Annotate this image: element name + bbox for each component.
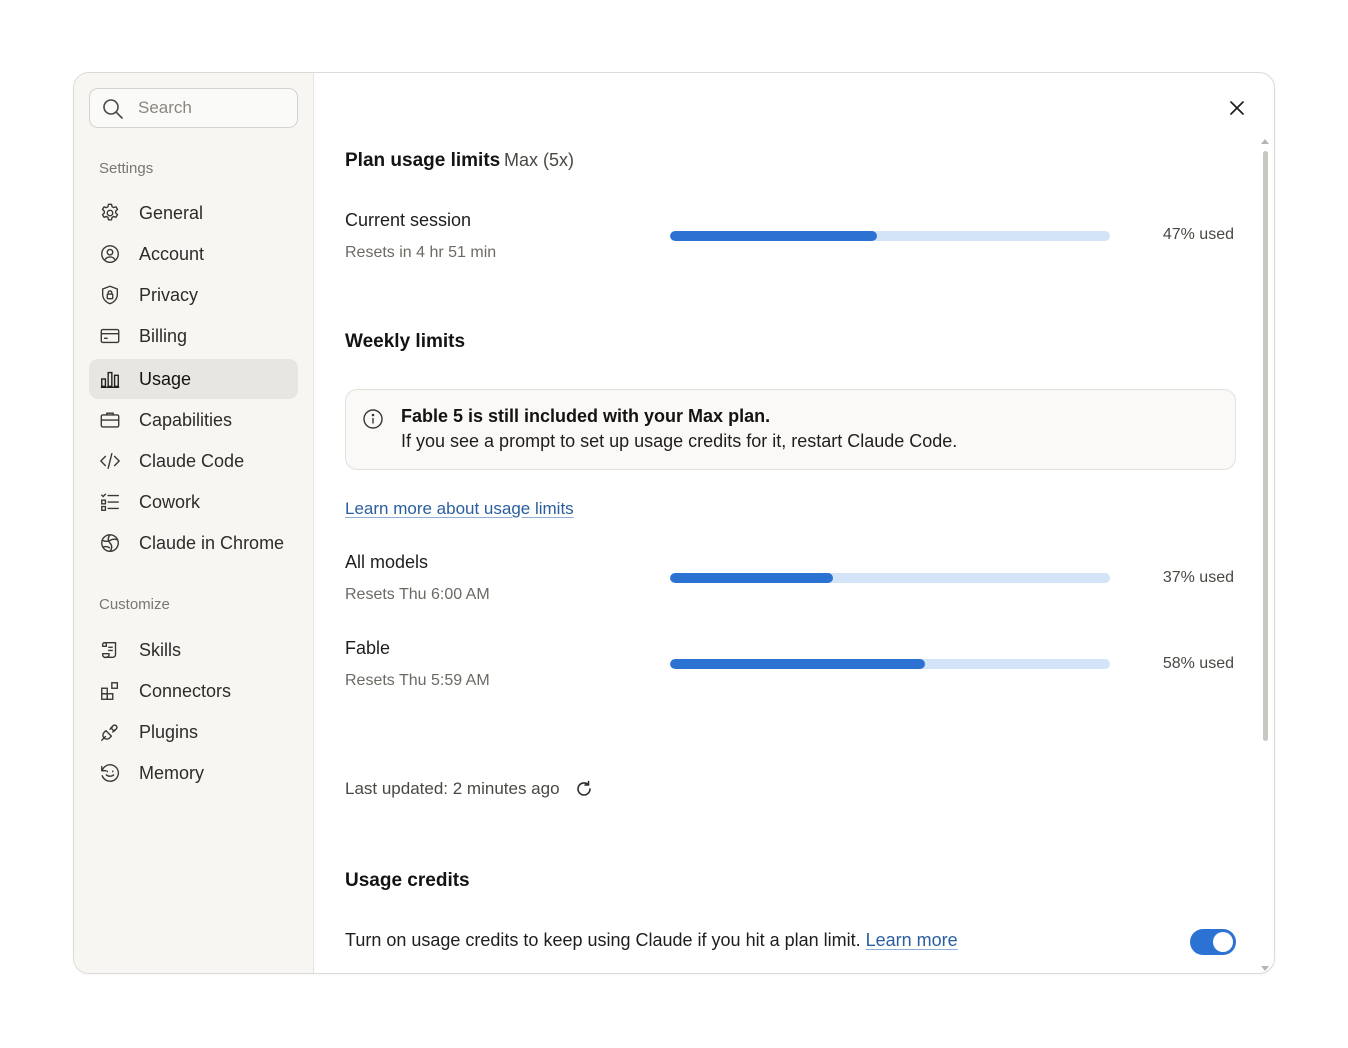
settings-dialog: Settings General Account Privacy Billing… xyxy=(73,72,1275,974)
briefcase-icon xyxy=(100,412,120,428)
sidebar-item-claude-in-chrome[interactable]: Claude in Chrome xyxy=(89,523,298,563)
sidebar-item-label: Cowork xyxy=(139,491,201,512)
scroll-down-arrow[interactable] xyxy=(1261,966,1269,971)
current-session-title: Current session xyxy=(345,210,472,230)
memory-icon xyxy=(101,764,120,782)
progress-fill xyxy=(670,659,926,669)
info-icon xyxy=(363,409,383,429)
sidebar-item-label: Account xyxy=(139,243,205,264)
scrollbar-thumb[interactable] xyxy=(1263,151,1268,741)
sidebar-item-connectors[interactable]: Connectors xyxy=(89,671,298,711)
fable-percent: 58% used xyxy=(1162,655,1234,672)
sidebar-item-usage[interactable]: Usage xyxy=(89,359,298,399)
all-models-title: All models xyxy=(345,552,429,572)
search-box[interactable] xyxy=(89,88,298,128)
refresh-icon[interactable] xyxy=(574,779,594,799)
sidebar-item-label: Capabilities xyxy=(139,409,233,430)
gear-icon xyxy=(101,203,119,221)
sidebar-item-label: Usage xyxy=(139,368,192,389)
sidebar-item-label: Memory xyxy=(139,762,205,783)
learn-more-usage-limits-link[interactable]: Learn more about usage limits xyxy=(345,499,574,519)
usage-credits-text: Turn on usage credits to keep using Clau… xyxy=(345,930,861,950)
current-session-reset: Resets in 4 hr 51 min xyxy=(345,244,497,261)
info-heading: Fable 5 is still included with your Max … xyxy=(401,406,771,426)
sidebar-item-label: Connectors xyxy=(139,680,232,701)
current-session-progress xyxy=(670,231,1110,241)
checklist-icon xyxy=(101,493,119,511)
sidebar-item-general[interactable]: General xyxy=(89,193,298,233)
sidebar-item-privacy[interactable]: Privacy xyxy=(89,275,298,315)
fable-reset: Resets Thu 5:59 AM xyxy=(345,672,490,689)
progress-fill xyxy=(670,231,877,241)
sidebar: Settings General Account Privacy Billing… xyxy=(74,73,314,973)
usage-panel: Plan usage limits Max (5x) Current sessi… xyxy=(315,73,1274,973)
info-banner: Fable 5 is still included with your Max … xyxy=(345,389,1236,470)
scroll-icon xyxy=(101,641,117,659)
customize-section-label: Customize xyxy=(99,596,170,613)
usage-credits-description: Turn on usage credits to keep using Clau… xyxy=(345,930,958,951)
user-circle-icon xyxy=(101,245,119,263)
sidebar-item-skills[interactable]: Skills xyxy=(89,630,298,670)
sidebar-item-cowork[interactable]: Cowork xyxy=(89,482,298,522)
fable-progress xyxy=(670,659,1110,669)
plan-usage-title: Plan usage limits xyxy=(345,150,501,171)
info-body: If you see a prompt to set up usage cred… xyxy=(401,431,958,451)
usage-credits-toggle[interactable] xyxy=(1190,929,1236,955)
sidebar-item-label: Claude Code xyxy=(139,450,245,471)
search-icon xyxy=(103,99,123,119)
settings-section-label: Settings xyxy=(99,160,154,177)
plug-icon xyxy=(101,724,118,741)
toggle-knob xyxy=(1213,932,1233,952)
usage-credits-title: Usage credits xyxy=(345,870,470,891)
globe-icon xyxy=(101,534,119,552)
code-icon xyxy=(100,452,120,470)
weekly-limits-title: Weekly limits xyxy=(345,331,466,352)
sidebar-item-label: Claude in Chrome xyxy=(139,532,285,553)
usage-credits-learn-more-link[interactable]: Learn more xyxy=(866,930,958,950)
sidebar-item-label: Privacy xyxy=(139,284,199,305)
fable-title: Fable xyxy=(345,638,391,658)
sidebar-item-plugins[interactable]: Plugins xyxy=(89,712,298,752)
close-icon[interactable] xyxy=(1226,97,1248,119)
scroll-up-arrow[interactable] xyxy=(1261,139,1269,144)
sidebar-item-memory[interactable]: Memory xyxy=(89,753,298,793)
search-input[interactable] xyxy=(138,97,288,119)
progress-fill xyxy=(670,573,833,583)
all-models-progress xyxy=(670,573,1110,583)
sidebar-item-billing[interactable]: Billing xyxy=(89,316,298,356)
all-models-reset: Resets Thu 6:00 AM xyxy=(345,586,490,603)
last-updated-text: Last updated: 2 minutes ago xyxy=(345,779,560,798)
sidebar-item-label: Skills xyxy=(139,639,182,660)
sidebar-item-claude-code[interactable]: Claude Code xyxy=(89,441,298,481)
sidebar-item-account[interactable]: Account xyxy=(89,234,298,274)
sidebar-item-label: General xyxy=(139,202,204,223)
bar-chart-icon xyxy=(100,371,120,388)
sidebar-item-label: Plugins xyxy=(139,721,199,742)
credit-card-icon xyxy=(100,328,120,344)
all-models-percent: 37% used xyxy=(1162,569,1234,586)
plan-name: Max (5x) xyxy=(504,150,575,170)
current-session-percent: 47% used xyxy=(1162,226,1234,243)
sidebar-item-label: Billing xyxy=(139,325,188,346)
shield-icon xyxy=(101,285,119,305)
sidebar-item-capabilities[interactable]: Capabilities xyxy=(89,400,298,440)
blocks-icon xyxy=(101,682,119,700)
